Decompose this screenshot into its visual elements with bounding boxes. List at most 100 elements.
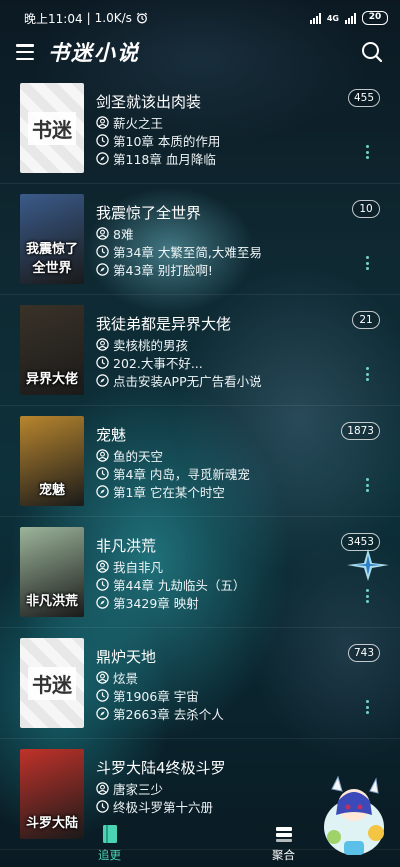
book-latest-text: 第118章 血月降临: [113, 151, 216, 167]
book-row[interactable]: 书迷 鼎炉天地炫景 第1906章 宇宙 第2663章 去杀个人 743: [0, 628, 400, 739]
book-title: 我震惊了全世界: [96, 204, 202, 222]
compass-icon: [96, 373, 109, 387]
book-row[interactable]: 我震惊了全世界 我震惊了全世界 8难 第34章 大繁至简,大难至易 第43章 别打脸啊!…: [0, 184, 400, 295]
book-info: 鼎炉天地炫景 第1906章 宇宙 第2663章 去杀个人: [96, 646, 340, 722]
compass-icon: [96, 595, 109, 609]
book-row[interactable]: 异界大佬 我徒弟都是异界大佬卖核桃的男孩 202.大事不好... 点击安装APP无广告…: [0, 295, 400, 406]
unread-count-badge: 21: [352, 311, 380, 329]
unread-count-badge: 1873: [341, 422, 380, 440]
clock-icon: [96, 133, 109, 147]
search-icon[interactable]: [360, 40, 384, 64]
book-info: 非凡洪荒 我自非凡 第44章 九劫临头（五） 第3429章 映射: [96, 535, 340, 611]
more-options-icon[interactable]: [366, 478, 370, 492]
book-latest: 第2663章 去杀个人: [96, 704, 340, 722]
mascot-character-icon[interactable]: [314, 771, 394, 861]
book-last-read: 第4章 内岛，寻觅新魂宠: [96, 464, 340, 482]
book-cover[interactable]: 我震惊了全世界: [20, 194, 84, 284]
book-title: 鼎炉天地: [96, 648, 157, 666]
app-title: 书迷小说: [48, 40, 140, 65]
clock-icon: [96, 799, 109, 813]
book-latest-text: 第1章 它在某个时空: [113, 484, 225, 500]
book-info: 我徒弟都是异界大佬卖核桃的男孩 202.大事不好... 点击安装APP无广告看小说: [96, 313, 340, 389]
book-title: 我徒弟都是异界大佬: [96, 315, 232, 333]
person-circle-icon: [96, 670, 109, 684]
more-options-icon[interactable]: [366, 367, 370, 381]
book-latest: 第1章 它在某个时空: [96, 482, 340, 500]
book-cover[interactable]: 书迷: [20, 83, 84, 173]
clock-icon: [96, 355, 109, 369]
book-author: 炫景: [96, 668, 340, 686]
person-circle-icon: [96, 559, 109, 573]
book-info: 剑圣就该出肉装 薪火之王 第10章 本质的作用 第118章 血月降临: [96, 91, 340, 167]
book-last-read: 第1906章 宇宙: [96, 686, 340, 704]
tab-follow[interactable]: 追更: [98, 823, 121, 863]
tab-aggregate-label: 聚合: [272, 848, 295, 862]
status-bar: 晚上11:04 | 1.0K/s 4G 20: [0, 0, 400, 36]
book-row[interactable]: 非凡洪荒 非凡洪荒 我自非凡 第44章 九劫临头（五） 第3429章 映射 3453: [0, 517, 400, 628]
compass-icon: [96, 262, 109, 276]
clock-icon: [96, 688, 109, 702]
book-last-read: 202.大事不好...: [96, 353, 340, 371]
book-cover[interactable]: 宠魅: [20, 416, 84, 506]
book-last-read-text: 第10章 本质的作用: [113, 133, 221, 149]
network-type: 4G: [326, 13, 339, 23]
book-latest-text: 第3429章 映射: [113, 595, 199, 611]
book-last-read: 第44章 九劫临头（五）: [96, 575, 340, 593]
book-last-read-text: 202.大事不好...: [113, 355, 203, 371]
more-options-icon[interactable]: [366, 256, 370, 270]
person-circle-icon: [96, 226, 109, 240]
clock-icon: [96, 244, 109, 258]
compass-icon: [96, 151, 109, 165]
person-circle-icon: [96, 337, 109, 351]
battery-indicator: 20: [362, 11, 388, 25]
book-author-text: 薪火之王: [113, 115, 164, 131]
book-latest: 第3429章 映射: [96, 593, 340, 611]
book-last-read: 终极斗罗第十六册: [96, 797, 340, 815]
more-options-icon[interactable]: [366, 145, 370, 159]
person-circle-icon: [96, 115, 109, 129]
stack-icon: [275, 827, 292, 842]
alarm-icon: [136, 12, 148, 24]
book-last-read: 第10章 本质的作用: [96, 131, 340, 149]
book-row[interactable]: 宠魅 宠魅 鱼的天空 第4章 内岛，寻觅新魂宠 第1章 它在某个时空 1873: [0, 406, 400, 517]
book-cover[interactable]: 非凡洪荒: [20, 527, 84, 617]
book-title: 宠魅: [96, 426, 127, 444]
cover-title-text: 宠魅: [38, 483, 65, 498]
book-author: 薪火之王: [96, 113, 340, 131]
book-latest: 点击安装APP无广告看小说: [96, 371, 340, 389]
menu-icon[interactable]: [16, 44, 34, 60]
unread-count-badge: 743: [347, 644, 380, 662]
cover-title-text: 我震惊了全世界: [25, 242, 78, 276]
sparkle-decoration-icon: [347, 549, 389, 581]
book-row[interactable]: 书迷 剑圣就该出肉装 薪火之王 第10章 本质的作用 第118章 血月降临 455: [0, 73, 400, 184]
book-title: 斗罗大陆4终极斗罗: [96, 759, 226, 777]
book-cover[interactable]: 异界大佬: [20, 305, 84, 395]
book-latest-text: 第43章 别打脸啊!: [113, 262, 213, 278]
tab-follow-label: 追更: [98, 848, 121, 862]
book-cover[interactable]: 书迷: [20, 638, 84, 728]
compass-icon: [96, 706, 109, 720]
book-author-text: 鱼的天空: [113, 448, 164, 464]
book-info: 宠魅鱼的天空第4章 内岛，寻觅新魂宠 第1章 它在某个时空: [96, 424, 340, 500]
book-latest: 第43章 别打脸啊!: [96, 260, 340, 278]
book-info: 我震惊了全世界 8难 第34章 大繁至简,大难至易 第43章 别打脸啊!: [96, 202, 340, 278]
book-latest: 第118章 血月降临: [96, 149, 340, 167]
signal-icon: [309, 12, 321, 24]
book-author-text: 卖核桃的男孩: [113, 337, 189, 353]
compass-icon: [96, 484, 109, 498]
tab-aggregate[interactable]: 聚合: [272, 823, 295, 863]
unread-count-badge: 455: [347, 89, 380, 107]
more-options-icon[interactable]: [366, 589, 370, 603]
status-time: 晚上11:04: [24, 11, 83, 26]
clock-icon: [96, 466, 109, 480]
book-last-read-text: 第4章 内岛，寻觅新魂宠: [113, 466, 250, 482]
book-last-read-text: 第44章 九劫临头（五）: [113, 577, 246, 593]
book-last-read: 第34章 大繁至简,大难至易: [96, 242, 340, 260]
cover-title-text: 非凡洪荒: [25, 594, 78, 609]
more-options-icon[interactable]: [366, 700, 370, 714]
person-circle-icon: [96, 448, 109, 462]
app-bar: 书迷小说: [0, 36, 400, 68]
cover-logo-text: 书迷: [28, 111, 76, 145]
book-latest-text: 点击安装APP无广告看小说: [113, 373, 262, 389]
book-author: 我自非凡: [96, 557, 340, 575]
